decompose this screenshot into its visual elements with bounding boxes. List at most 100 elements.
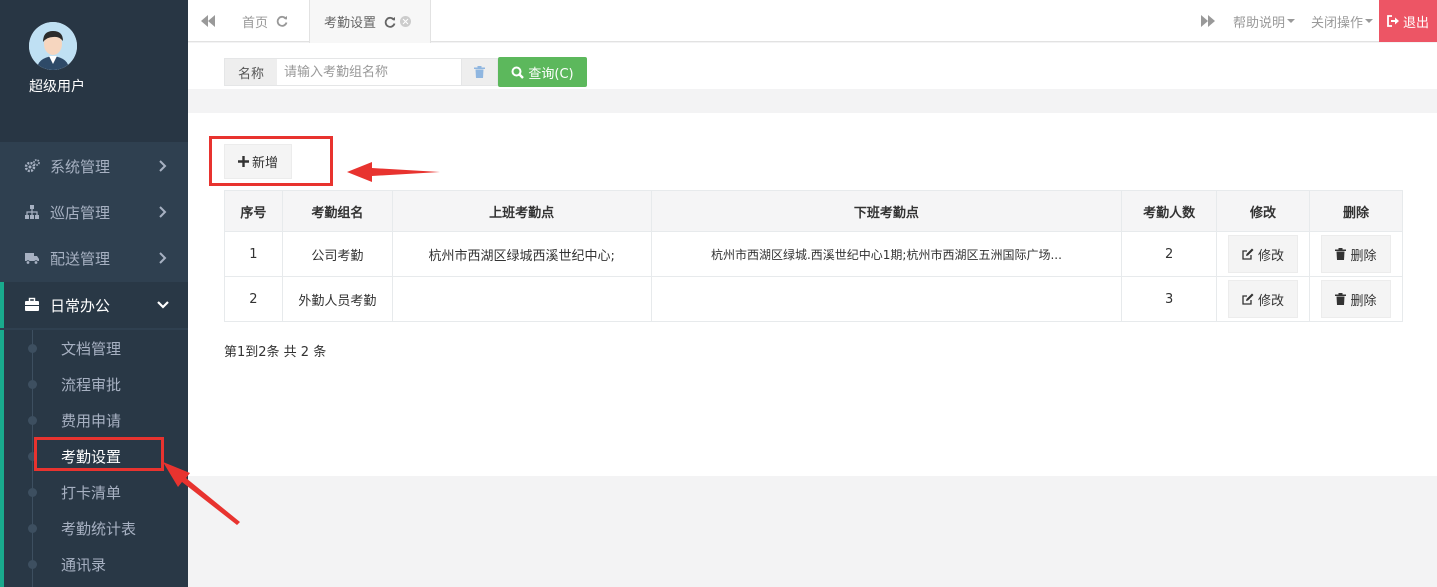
column-header[interactable]: 序号 xyxy=(224,190,283,232)
sidebar-item-delivery[interactable]: 配送管理 xyxy=(0,235,188,281)
caret-down-icon xyxy=(1365,19,1374,23)
trash-icon xyxy=(474,66,485,78)
sitemap-icon xyxy=(24,204,40,220)
caret-down-icon xyxy=(1287,19,1296,23)
plus-icon xyxy=(237,156,249,167)
cell-delete: 删除 xyxy=(1309,231,1403,277)
help-dropdown[interactable]: 帮助说明 xyxy=(1233,0,1296,42)
search-icon xyxy=(511,66,525,79)
backward-icon xyxy=(201,15,215,27)
edit-icon xyxy=(1242,293,1254,305)
cell-on-duty xyxy=(391,276,652,322)
cell-off-duty: 杭州市西湖区绿城.西溪世纪中心1期;杭州市西湖区五洲国际广场... xyxy=(650,231,1123,277)
briefcase-icon xyxy=(24,297,40,313)
tab-label: 首页 xyxy=(242,15,269,31)
table-row[interactable]: 2 外勤人员考勤 3 修改 删除 xyxy=(224,276,1403,322)
close-icon[interactable] xyxy=(400,16,412,27)
column-header[interactable]: 考勤人数 xyxy=(1121,190,1218,232)
cell-count: 3 xyxy=(1121,276,1218,322)
sidebar-item-patrol[interactable]: 巡店管理 xyxy=(0,189,188,235)
chevron-right-icon xyxy=(159,252,167,264)
sidebar-subitem-label: 打卡清单 xyxy=(61,483,122,502)
sidebar-subitem-approval[interactable]: 流程审批 xyxy=(4,366,188,402)
edit-label: 修改 xyxy=(1258,248,1285,264)
cell-name: 外勤人员考勤 xyxy=(281,276,393,322)
truck-icon xyxy=(24,250,40,266)
attendance-group-table: 序号 考勤组名 上班考勤点 下班考勤点 考勤人数 修改 删除 1 公司考勤 杭州… xyxy=(224,190,1403,322)
edit-icon xyxy=(1242,248,1254,260)
scroll-right-button[interactable] xyxy=(1193,0,1223,42)
tree-dot-icon xyxy=(28,416,37,425)
cell-no: 2 xyxy=(224,276,283,322)
table-row[interactable]: 1 公司考勤 杭州市西湖区绿城西溪世纪中心; 杭州市西湖区绿城.西溪世纪中心1期… xyxy=(224,231,1403,277)
cell-edit: 修改 xyxy=(1216,276,1310,322)
column-header[interactable]: 考勤组名 xyxy=(281,190,393,232)
gears-icon xyxy=(24,158,40,174)
column-header[interactable]: 上班考勤点 xyxy=(391,190,652,232)
chevron-right-icon xyxy=(159,206,167,218)
refresh-icon[interactable] xyxy=(276,15,288,27)
tree-dot-icon xyxy=(28,344,37,353)
sidebar-item-label: 巡店管理 xyxy=(50,203,111,222)
sidebar-item-label: 配送管理 xyxy=(50,249,111,268)
cell-on-duty: 杭州市西湖区绿城西溪世纪中心; xyxy=(391,231,652,277)
sidebar-subitem-documents[interactable]: 文档管理 xyxy=(4,330,188,366)
tree-dot-icon xyxy=(28,380,37,389)
avatar-icon xyxy=(29,22,77,70)
sidebar-subitem-attendance-stats[interactable]: 考勤统计表 xyxy=(4,510,188,546)
edit-button[interactable]: 修改 xyxy=(1228,280,1299,318)
close-operations-label: 关闭操作 xyxy=(1311,15,1364,31)
cell-name: 公司考勤 xyxy=(281,231,393,277)
sidebar-subitem-contacts[interactable]: 通讯录 xyxy=(4,546,188,582)
tab-label: 考勤设置 xyxy=(324,16,377,31)
sidebar-item-system[interactable]: 系统管理 xyxy=(0,143,188,189)
search-bar: 名称 查询(C) xyxy=(188,43,1437,89)
tree-dot-icon xyxy=(28,560,37,569)
name-label: 名称 xyxy=(224,58,278,86)
forward-icon xyxy=(1201,15,1215,27)
column-header[interactable]: 删除 xyxy=(1309,190,1403,232)
sidebar: 超级用户 系统管理 巡店管理 配送管理 日常办公 文档管理 流程审批 费用申请 xyxy=(0,0,188,587)
sidebar-item-label: 日常办公 xyxy=(50,296,111,315)
clear-button[interactable] xyxy=(461,58,498,86)
tree-dot-icon xyxy=(28,524,37,533)
edit-button[interactable]: 修改 xyxy=(1228,235,1299,273)
close-operations-dropdown[interactable]: 关闭操作 xyxy=(1311,0,1374,42)
sidebar-item-label: 系统管理 xyxy=(50,157,111,176)
pagination-info: 第1到2条 共 2 条 xyxy=(224,345,327,360)
sidebar-subitem-checkin-list[interactable]: 打卡清单 xyxy=(4,474,188,510)
cell-edit: 修改 xyxy=(1216,231,1310,277)
refresh-icon[interactable] xyxy=(384,16,396,28)
user-profile: 超级用户 xyxy=(0,0,188,142)
logout-button[interactable]: 退出 xyxy=(1379,0,1437,42)
sidebar-subitem-label: 通讯录 xyxy=(61,555,107,574)
sidebar-subitem-label: 考勤统计表 xyxy=(61,519,137,538)
help-label: 帮助说明 xyxy=(1233,15,1286,31)
tab-attendance-settings[interactable]: 考勤设置 xyxy=(309,0,431,43)
logout-label: 退出 xyxy=(1402,15,1429,31)
delete-button[interactable]: 删除 xyxy=(1321,280,1391,318)
sidebar-subitem-expense[interactable]: 费用申请 xyxy=(4,402,188,438)
query-button[interactable]: 查询(C) xyxy=(498,57,587,87)
sidebar-subitem-label: 流程审批 xyxy=(61,375,122,394)
delete-button[interactable]: 删除 xyxy=(1321,235,1391,273)
column-header[interactable]: 修改 xyxy=(1216,190,1310,232)
trash-icon xyxy=(1335,248,1347,260)
username: 超级用户 xyxy=(29,79,85,95)
chevron-right-icon xyxy=(159,160,167,172)
edit-label: 修改 xyxy=(1258,293,1285,309)
cell-no: 1 xyxy=(224,231,283,277)
table-header-row: 序号 考勤组名 上班考勤点 下班考勤点 考勤人数 修改 删除 xyxy=(224,190,1403,232)
tab-bar: 首页 考勤设置 帮助说明 关闭操作 退出 xyxy=(188,0,1437,43)
chevron-down-icon xyxy=(157,301,169,309)
trash-icon xyxy=(1335,293,1347,305)
add-button[interactable]: 新增 xyxy=(224,144,292,179)
cell-count: 2 xyxy=(1121,231,1218,277)
avatar[interactable] xyxy=(29,22,77,70)
name-search-input[interactable] xyxy=(277,58,462,86)
scroll-left-button[interactable] xyxy=(188,0,228,42)
sidebar-item-office[interactable]: 日常办公 xyxy=(0,282,188,328)
column-header[interactable]: 下班考勤点 xyxy=(650,190,1123,232)
tab-home[interactable]: 首页 xyxy=(228,0,306,42)
highlight-box-attendance-settings xyxy=(34,437,164,471)
